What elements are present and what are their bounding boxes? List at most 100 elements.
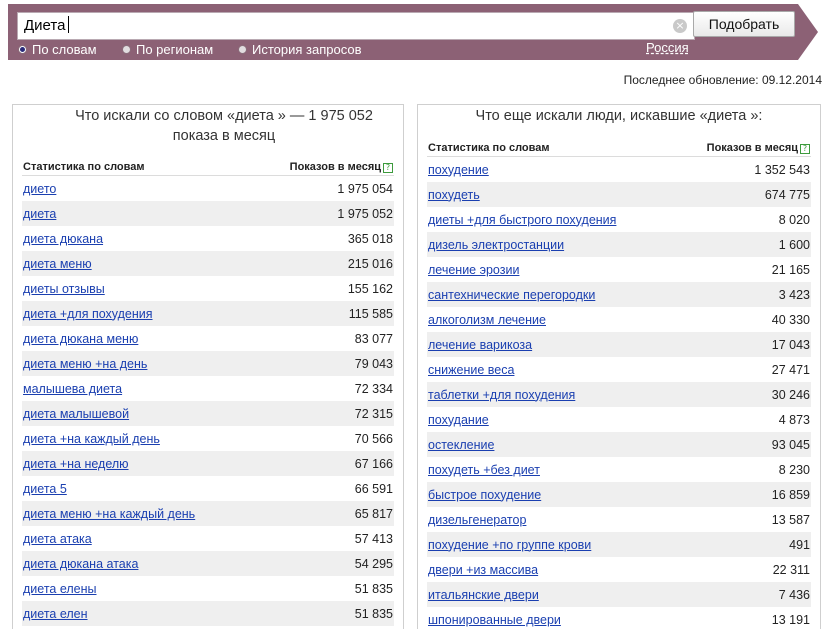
phrase-link[interactable]: диета дюкана bbox=[23, 232, 103, 246]
table-row: диеты отзывы 155 162 bbox=[22, 276, 394, 301]
phrase-link[interactable]: похудание bbox=[428, 413, 489, 427]
phrase-link[interactable]: диета bbox=[23, 207, 56, 221]
search-query-text: Диета bbox=[24, 17, 66, 34]
phrase-link[interactable]: малышева диета bbox=[23, 382, 122, 396]
phrase-link[interactable]: таблетки +для похудения bbox=[428, 388, 575, 402]
impressions-count: 66 591 bbox=[354, 481, 393, 496]
impressions-count: 70 566 bbox=[354, 431, 393, 446]
words-with-query-panel: Что искали со словом «диета » — 1 975 05… bbox=[12, 104, 404, 629]
region-selector-link[interactable]: Россия bbox=[646, 40, 689, 55]
tab-label: По регионам bbox=[136, 41, 214, 57]
phrase-link[interactable]: похудеть bbox=[428, 188, 480, 202]
phrase-link[interactable]: снижение веса bbox=[428, 363, 514, 377]
phrase-link[interactable]: диета меню +на каждый день bbox=[23, 507, 195, 521]
table-row: диета атака 57 413 bbox=[22, 526, 394, 551]
help-icon[interactable]: ? bbox=[800, 144, 810, 154]
submit-button[interactable]: Подобрать bbox=[693, 11, 795, 37]
phrase-link[interactable]: дизельгенератор bbox=[428, 513, 526, 527]
impressions-count: 72 315 bbox=[354, 406, 393, 421]
phrase-link[interactable]: сантехнические перегородки bbox=[428, 288, 595, 302]
table-body: дието 1 975 054 диета 1 975 052 диета дюкана… bbox=[22, 176, 394, 626]
impressions-count: 4 873 bbox=[778, 412, 810, 427]
table-row: диета +для похудения 115 585 bbox=[22, 301, 394, 326]
impressions-count: 13 587 bbox=[771, 512, 810, 527]
panel-title-line-1: Что искали со словом «диета » — 1 975 05… bbox=[75, 108, 373, 124]
phrase-link[interactable]: диета +на каждый день bbox=[23, 432, 160, 446]
phrase-link[interactable]: двери +из массива bbox=[428, 563, 538, 577]
phrase-link[interactable]: диета +на неделю bbox=[23, 457, 129, 471]
search-bar: Диета × Подобрать По словам По регионам … bbox=[8, 4, 818, 60]
phrase-link[interactable]: диета +для похудения bbox=[23, 307, 153, 321]
table-row: похудание 4 873 bbox=[427, 407, 811, 432]
phrase-link[interactable]: диета елен bbox=[23, 607, 88, 621]
impressions-count: 8 020 bbox=[778, 212, 810, 227]
impressions-count: 155 162 bbox=[347, 281, 393, 296]
phrase-link[interactable]: диета елены bbox=[23, 582, 97, 596]
phrase-link[interactable]: лечение варикоза bbox=[428, 338, 532, 352]
impressions-count: 67 166 bbox=[354, 456, 393, 471]
phrase-link[interactable]: диета дюкана меню bbox=[23, 332, 138, 346]
table-row: быстрое похудение 16 859 bbox=[427, 482, 811, 507]
table-row: диета дюкана атака 54 295 bbox=[22, 551, 394, 576]
clear-icon[interactable]: × bbox=[673, 19, 687, 33]
impressions-count: 365 018 bbox=[347, 231, 393, 246]
phrase-link[interactable]: диета меню +на день bbox=[23, 357, 147, 371]
table-row: лечение варикоза 17 043 bbox=[427, 332, 811, 357]
related-stats-table: Статистика по словам Показов в месяц? по… bbox=[427, 139, 811, 629]
phrase-link[interactable]: диета 5 bbox=[23, 482, 67, 496]
impressions-count: 13 191 bbox=[771, 612, 810, 627]
tab-by-regions[interactable]: По регионам bbox=[122, 40, 213, 58]
phrase-link[interactable]: похудеть +без диет bbox=[428, 463, 540, 477]
table-row: дието 1 975 054 bbox=[22, 176, 394, 201]
phrase-link[interactable]: шпонированные двери bbox=[428, 613, 561, 627]
phrase-link[interactable]: диета меню bbox=[23, 257, 92, 271]
table-header: Статистика по словам Показов в месяц? bbox=[427, 139, 811, 157]
impressions-count: 51 835 bbox=[354, 606, 393, 621]
help-icon[interactable]: ? bbox=[383, 163, 393, 173]
phrase-link[interactable]: диета малышевой bbox=[23, 407, 129, 421]
table-row: диета дюкана меню 83 077 bbox=[22, 326, 394, 351]
phrase-link[interactable]: быстрое похудение bbox=[428, 488, 541, 502]
impressions-count: 8 230 bbox=[778, 462, 810, 477]
phrase-link[interactable]: диета атака bbox=[23, 532, 92, 546]
phrase-link[interactable]: лечение эрозии bbox=[428, 263, 519, 277]
tab-by-words[interactable]: По словам bbox=[18, 40, 97, 58]
impressions-count: 21 165 bbox=[771, 262, 810, 277]
impressions-count: 54 295 bbox=[354, 556, 393, 571]
impressions-count: 30 246 bbox=[771, 387, 810, 402]
phrase-link[interactable]: похудение +по группе крови bbox=[428, 538, 591, 552]
impressions-count: 115 585 bbox=[348, 306, 393, 321]
impressions-count: 83 077 bbox=[354, 331, 393, 346]
impressions-count: 491 bbox=[789, 537, 810, 552]
impressions-count: 1 352 543 bbox=[754, 162, 810, 177]
impressions-count: 72 334 bbox=[354, 381, 393, 396]
table-row: диета +на неделю 67 166 bbox=[22, 451, 394, 476]
impressions-count: 1 975 054 bbox=[337, 181, 393, 196]
table-body: похудение 1 352 543 похудеть 674 775 диеты +… bbox=[427, 157, 811, 629]
tab-label: История запросов bbox=[252, 41, 362, 57]
impressions-count: 40 330 bbox=[771, 312, 810, 327]
table-row: сантехнические перегородки 3 423 bbox=[427, 282, 811, 307]
column-header-count: Показов в месяц? bbox=[290, 161, 393, 173]
table-row: таблетки +для похудения 30 246 bbox=[427, 382, 811, 407]
phrase-link[interactable]: диета дюкана атака bbox=[23, 557, 138, 571]
phrase-link[interactable]: дизель электростанции bbox=[428, 238, 564, 252]
table-header: Статистика по словам Показов в месяц? bbox=[22, 158, 394, 176]
phrase-link[interactable]: похудение bbox=[428, 163, 489, 177]
impressions-count: 1 600 bbox=[778, 237, 810, 252]
table-row: похудеть +без диет 8 230 bbox=[427, 457, 811, 482]
phrase-link[interactable]: диеты +для быстрого похудения bbox=[428, 213, 616, 227]
phrase-link[interactable]: дието bbox=[23, 182, 56, 196]
impressions-count: 65 817 bbox=[354, 506, 393, 521]
table-row: диета меню 215 016 bbox=[22, 251, 394, 276]
text-caret bbox=[68, 16, 70, 33]
tab-query-history[interactable]: История запросов bbox=[238, 40, 362, 58]
word-stats-table: Статистика по словам Показов в месяц? ди… bbox=[22, 158, 394, 626]
phrase-link[interactable]: алкоголизм лечение bbox=[428, 313, 546, 327]
impressions-count: 215 016 bbox=[347, 256, 393, 271]
phrase-link[interactable]: остекление bbox=[428, 438, 494, 452]
table-row: похудение 1 352 543 bbox=[427, 157, 811, 182]
phrase-link[interactable]: итальянские двери bbox=[428, 588, 539, 602]
phrase-link[interactable]: диеты отзывы bbox=[23, 282, 105, 296]
search-input[interactable]: Диета × bbox=[17, 12, 695, 40]
